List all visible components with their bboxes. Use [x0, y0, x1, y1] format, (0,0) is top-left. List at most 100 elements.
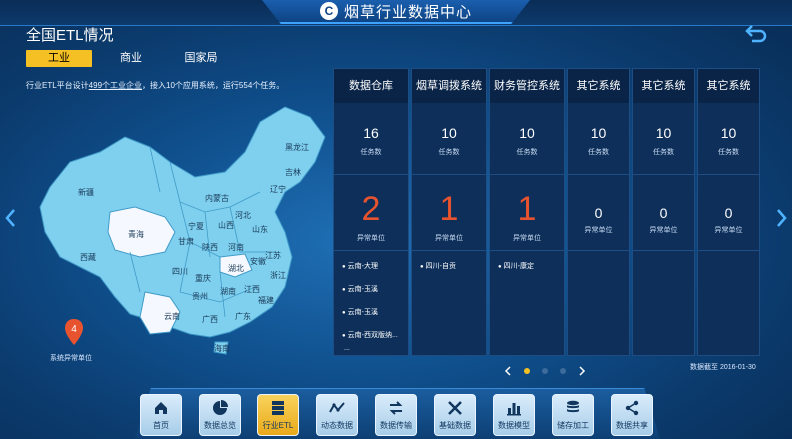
- system-card[interactable]: 财务管控系统 10 任务数 1 异常单位 四川-康定: [489, 68, 565, 356]
- alert-pin-label: 系统异常单位: [50, 355, 92, 362]
- wave-icon: [329, 401, 345, 412]
- dock-label: 行业ETL: [262, 420, 294, 430]
- map-label-27: 海南: [214, 343, 230, 353]
- system-card[interactable]: 其它系统 10 任务数 0 异常单位: [697, 68, 760, 356]
- desc-link[interactable]: 499个工业企业: [89, 81, 142, 90]
- error-unit-item[interactable]: 四川-自贡: [420, 261, 486, 271]
- system-cards: 数据仓库 16 任务数 2 异常单位 云南-大理 云南-玉溪 云南-玉溪 云南-西双…: [333, 68, 760, 356]
- error-count: 0: [724, 205, 733, 221]
- dock-model-button[interactable]: 数据模型: [493, 394, 535, 436]
- etl-description: 行业ETL平台设计499个工业企业，接入10个应用系统，运行554个任务。: [26, 80, 284, 91]
- dock-home-button[interactable]: 首页: [140, 394, 182, 436]
- dock-label: 储存加工: [557, 420, 589, 430]
- data-date: 数据截至 2016-01-30: [690, 364, 756, 371]
- pie-icon: [213, 399, 228, 415]
- dock-share-button[interactable]: 数据共享: [611, 394, 653, 436]
- dock-etl-button[interactable]: 行业ETL: [257, 394, 299, 436]
- next-page-arrow-icon[interactable]: [776, 208, 788, 228]
- map-label-6: 山西: [218, 220, 234, 230]
- map-label-10: 甘肃: [178, 236, 194, 246]
- error-label: 异常单位: [435, 235, 463, 242]
- map-label-0: 黑龙江: [285, 142, 309, 152]
- map-label-2: 辽宁: [270, 184, 286, 194]
- tab-state-bureau[interactable]: 国家局: [166, 50, 236, 67]
- dock-label: 数据传输: [380, 420, 412, 430]
- map-label-4: 新疆: [78, 187, 94, 197]
- database-icon: [567, 400, 579, 412]
- system-card[interactable]: 其它系统 10 任务数 0 异常单位: [567, 68, 630, 356]
- error-label: 异常单位: [357, 235, 385, 242]
- task-label: 任务数: [516, 149, 538, 156]
- map-label-18: 浙江: [270, 270, 286, 280]
- more-ellipsis[interactable]: ...: [342, 345, 408, 352]
- map-label-12: 河南: [228, 242, 244, 252]
- task-count: 16: [363, 125, 379, 141]
- error-unit-item[interactable]: 云南-玉溪: [342, 284, 408, 294]
- card-title: 其它系统: [633, 69, 694, 103]
- map-label-13: 江苏: [265, 250, 281, 260]
- error-label: 异常单位: [714, 227, 743, 234]
- system-card[interactable]: 数据仓库 16 任务数 2 异常单位 云南-大理 云南-玉溪 云南-玉溪 云南-西双…: [333, 68, 409, 356]
- pager-prev-icon[interactable]: [504, 366, 512, 376]
- error-count: 0: [594, 205, 603, 221]
- map-label-3: 内蒙古: [205, 193, 229, 203]
- error-count: 1: [517, 190, 537, 228]
- desc-prefix: 行业ETL平台设计: [26, 81, 89, 90]
- tab-industry[interactable]: 工业: [26, 50, 92, 67]
- map-label-11: 陕西: [202, 242, 218, 252]
- error-label: 异常单位: [649, 227, 678, 234]
- card-title: 财务管控系统: [490, 69, 564, 103]
- task-label: 任务数: [718, 149, 739, 156]
- map-label-8: 青海: [128, 229, 144, 239]
- error-label: 异常单位: [584, 227, 613, 234]
- transfer-icon: [389, 400, 403, 415]
- prev-page-arrow-icon[interactable]: [4, 208, 16, 228]
- map-label-7: 山东: [252, 224, 268, 234]
- map-mainland: [39, 106, 326, 338]
- map-label-15: 四川: [172, 267, 188, 276]
- error-unit-item[interactable]: 云南-玉溪: [342, 307, 408, 317]
- task-count: 10: [590, 125, 607, 141]
- map-label-9: 宁夏: [188, 221, 204, 231]
- dock-overview-button[interactable]: 数据总览: [199, 394, 241, 436]
- tab-commerce[interactable]: 商业: [96, 50, 166, 67]
- desc-suffix: ，接入10个应用系统，运行554个任务。: [142, 81, 285, 90]
- map-label-5: 河北: [235, 210, 251, 220]
- error-unit-item[interactable]: 四川-康定: [498, 261, 564, 271]
- dock-transfer-button[interactable]: 数据传输: [375, 394, 417, 436]
- pager-next-icon[interactable]: [578, 366, 586, 376]
- pager-dot[interactable]: [560, 368, 566, 374]
- system-card[interactable]: 其它系统 10 任务数 0 异常单位: [632, 68, 695, 356]
- map-label-20: 贵州: [192, 291, 208, 301]
- task-count: 10: [441, 125, 457, 141]
- pager-dot[interactable]: [542, 368, 548, 374]
- app-title-bar: C 烟草行业数据中心: [262, 0, 530, 24]
- dock-label: 数据模型: [498, 420, 530, 430]
- card-title: 数据仓库: [334, 69, 408, 103]
- map-label-21: 湖南: [220, 286, 236, 296]
- error-unit-item[interactable]: 云南-西双版纳...: [342, 330, 408, 340]
- dock-storage-button[interactable]: 储存加工: [552, 394, 594, 436]
- task-label: 任务数: [360, 149, 382, 156]
- dock-label: 首页: [153, 420, 169, 430]
- map-label-14: 西藏: [80, 252, 96, 262]
- share-icon: [625, 400, 639, 415]
- map-label-25: 广西: [202, 314, 218, 324]
- dock-dynamic-button[interactable]: 动态数据: [316, 394, 358, 436]
- system-card[interactable]: 烟草调拨系统 10 任务数 1 异常单位 四川-自贡: [411, 68, 487, 356]
- task-label: 任务数: [588, 149, 609, 156]
- map-label-23: 福建: [258, 295, 274, 305]
- bar-icon: [507, 402, 521, 415]
- map-label-26: 广东: [235, 311, 251, 321]
- task-count: 10: [655, 125, 672, 141]
- error-unit-item[interactable]: 云南-大理: [342, 261, 408, 271]
- back-arrow-icon[interactable]: [744, 22, 768, 44]
- pager-dot[interactable]: [524, 368, 530, 374]
- top-bar: C 烟草行业数据中心: [0, 0, 792, 26]
- card-title: 其它系统: [568, 69, 629, 103]
- alert-pin-icon[interactable]: 4: [64, 318, 84, 346]
- dock-label: 动态数据: [321, 420, 353, 430]
- dock-base-data-button[interactable]: 基础数据: [434, 394, 476, 436]
- map-label-24: 云南: [164, 311, 180, 321]
- task-label: 任务数: [438, 149, 460, 156]
